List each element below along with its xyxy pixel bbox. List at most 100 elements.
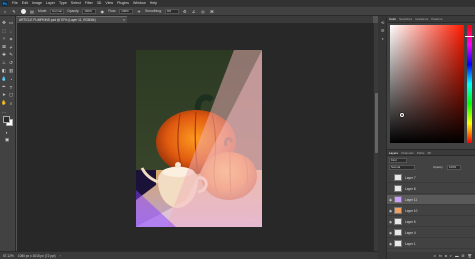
menu-window[interactable]: Window — [133, 0, 146, 7]
history-panel-icon[interactable]: ⟲ — [380, 20, 385, 25]
adjustment-layer-icon[interactable]: ◐ — [450, 254, 452, 258]
color-field[interactable] — [390, 25, 464, 143]
frame-tool-icon[interactable]: ⊠ — [1, 44, 7, 50]
blend-mode-select[interactable]: Normal — [389, 165, 415, 170]
menu-file[interactable]: File — [12, 0, 18, 7]
eye-icon[interactable]: ◉ — [387, 198, 394, 202]
lasso-tool-icon[interactable]: ◌ — [8, 28, 14, 34]
type-tool-icon[interactable]: T — [8, 84, 14, 90]
layer-opacity-input[interactable]: 100% — [447, 165, 461, 170]
pen-tool-icon[interactable]: ✒ — [1, 84, 7, 90]
color-picker-ring[interactable] — [400, 113, 404, 117]
eyedropper-tool-icon[interactable]: ⌿ — [8, 44, 14, 50]
brush-tool-icon[interactable]: ✎ — [8, 52, 14, 58]
eraser-tool-icon[interactable]: ◧ — [1, 68, 7, 74]
angle-icon[interactable]: ∠ — [191, 8, 197, 14]
tab-patterns[interactable]: Patterns — [431, 17, 442, 21]
status-arrow-icon[interactable]: › — [60, 254, 61, 258]
home-icon[interactable]: ⌂ — [2, 8, 8, 14]
tab-color[interactable]: Color — [389, 17, 396, 21]
adjustments-panel-icon[interactable]: ◑ — [380, 36, 385, 41]
crop-tool-icon[interactable]: ⌗ — [8, 36, 14, 42]
hue-slider-marker[interactable] — [465, 36, 474, 37]
airbrush-icon[interactable]: ✈ — [136, 8, 142, 14]
artboard-tool-icon[interactable]: ▭ — [8, 20, 14, 26]
brush-preset-picker[interactable] — [20, 8, 26, 14]
layer-thumbnail — [394, 207, 402, 214]
layer-row-selected[interactable]: ◉ Layer 11 — [387, 195, 475, 205]
layer-name: Layer 1 — [405, 241, 416, 246]
move-tool-icon[interactable]: ✥ — [1, 20, 7, 26]
brush-tool-icon[interactable]: ✎ — [11, 8, 17, 14]
layer-row[interactable]: ◉ Layer 6 — [387, 217, 475, 227]
layer-row[interactable]: ◉ Layer 10 — [387, 206, 475, 216]
flow-input[interactable]: 100% — [119, 8, 134, 14]
artwork-canvas[interactable] — [136, 50, 262, 227]
path-select-tool-icon[interactable]: ➤ — [1, 92, 7, 98]
tab-3d[interactable]: 3D — [427, 151, 431, 155]
layer-style-icon[interactable]: fx — [439, 254, 442, 258]
layer-row[interactable]: Layer 8 — [387, 184, 475, 194]
hand-tool-icon[interactable]: ✋ — [1, 100, 7, 106]
smoothing-settings-icon[interactable]: ⚙ — [182, 8, 188, 14]
kind-filter-select[interactable]: Kind — [389, 158, 407, 163]
hue-slider[interactable] — [467, 25, 472, 143]
menu-plugins[interactable]: Plugins — [117, 0, 129, 7]
menu-bar: Ps File Edit Image Layer Type Select Fil… — [0, 0, 475, 7]
tab-paths[interactable]: Paths — [417, 151, 425, 155]
menu-layer[interactable]: Layer — [46, 0, 55, 7]
group-icon[interactable]: ▬ — [455, 254, 459, 258]
dodge-tool-icon[interactable]: ◔ — [8, 76, 14, 82]
quick-mask-icon[interactable]: ◐ — [4, 129, 10, 135]
symmetry-icon[interactable]: ⌘ — [209, 8, 215, 14]
healing-brush-tool-icon[interactable]: ✚ — [1, 52, 7, 58]
link-layers-icon[interactable]: ∞ — [434, 254, 437, 258]
layer-name: Layer 4 — [405, 230, 416, 235]
layer-row[interactable]: ◉ Layer 4 — [387, 228, 475, 238]
menu-select[interactable]: Select — [71, 0, 81, 7]
opacity-input[interactable]: 100% — [82, 8, 97, 14]
eye-icon[interactable]: ◉ — [387, 220, 394, 224]
gradient-tool-icon[interactable]: ▥ — [8, 68, 14, 74]
quick-select-tool-icon[interactable]: ✧ — [1, 36, 7, 42]
menu-filter[interactable]: Filter — [85, 0, 93, 7]
properties-panel-icon[interactable]: ☰ — [380, 28, 385, 33]
eye-icon[interactable]: ◉ — [387, 242, 394, 246]
screen-mode-icon[interactable]: ▣ — [4, 137, 10, 143]
menu-3d[interactable]: 3D — [97, 0, 102, 7]
marquee-tool-icon[interactable]: ⬚ — [1, 28, 7, 34]
pressure-opacity-icon[interactable]: ◉ — [99, 8, 105, 14]
more-tools-icon[interactable]: … — [1, 108, 7, 114]
tab-layers[interactable]: Layers — [389, 151, 398, 155]
document-tab[interactable]: ARTICLE PUMPKINS.psd @ 57% (Layer 11, RG… — [17, 16, 127, 23]
menu-type[interactable]: Type — [59, 0, 67, 7]
brush-settings-icon[interactable]: ▤ — [29, 8, 35, 14]
menu-image[interactable]: Image — [32, 0, 42, 7]
smoothing-label: Smoothing: — [145, 9, 162, 13]
pressure-size-icon[interactable]: ◎ — [200, 8, 206, 14]
tools-panel: ✥ ▭ ⬚ ◌ ✧ ⌗ ⊠ ⌿ ✚ ✎ ⊥ ↺ ◧ ▥ 💧 ◔ ✒ T ➤ ▢ … — [0, 16, 16, 251]
menu-edit[interactable]: Edit — [22, 0, 28, 7]
layer-mask-icon[interactable]: ◘ — [445, 254, 447, 258]
mode-select[interactable]: Normal — [50, 8, 65, 14]
tab-gradients[interactable]: Gradients — [415, 17, 428, 21]
delete-layer-icon[interactable]: 🗑 — [468, 254, 472, 258]
clone-stamp-tool-icon[interactable]: ⊥ — [1, 60, 7, 66]
layer-row[interactable]: ◉ Layer 1 — [387, 239, 475, 249]
blur-tool-icon[interactable]: 💧 — [1, 76, 7, 82]
layer-row[interactable]: Layer 7 — [387, 173, 475, 183]
smoothing-input[interactable]: 0% — [164, 8, 179, 14]
menu-view[interactable]: View — [105, 0, 113, 7]
tab-channels[interactable]: Channels — [401, 151, 414, 155]
eye-icon[interactable]: ◉ — [387, 209, 394, 213]
new-layer-icon[interactable]: ⊞ — [462, 254, 465, 258]
canvas-area[interactable] — [17, 23, 373, 251]
menu-help[interactable]: Help — [150, 0, 157, 7]
right-panel: Color Swatches Gradients Patterns Layers… — [387, 16, 475, 259]
history-brush-tool-icon[interactable]: ↺ — [8, 60, 14, 66]
eye-icon[interactable]: ◉ — [387, 231, 394, 235]
tab-swatches[interactable]: Swatches — [399, 17, 412, 21]
zoom-level[interactable]: 57.12% — [3, 254, 14, 258]
shape-tool-icon[interactable]: ▢ — [8, 92, 14, 98]
zoom-tool-icon[interactable]: ⌕ — [8, 100, 14, 106]
